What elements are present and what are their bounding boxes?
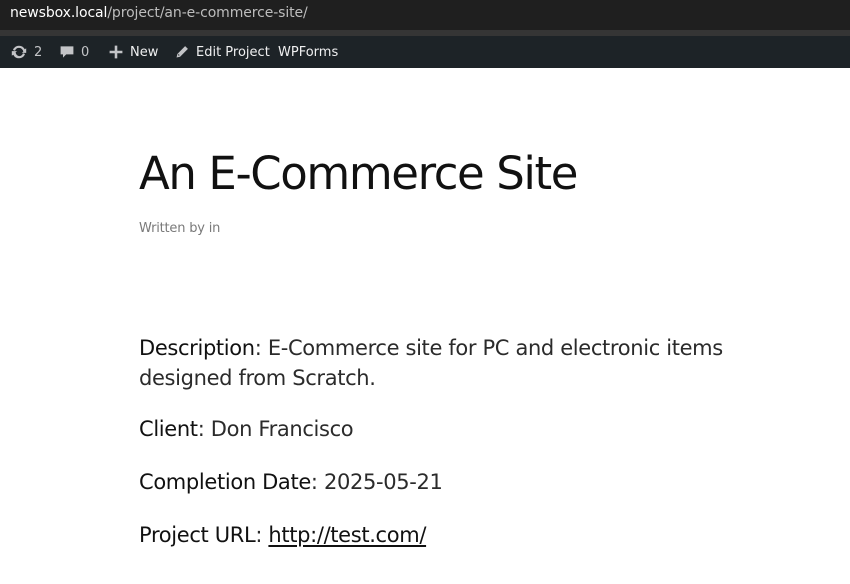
client-row: Client: Don Francisco (139, 417, 354, 441)
project-url-label: Project URL (139, 523, 256, 547)
url-path: /project/an-e-commerce-site/ (107, 5, 308, 21)
project-url-link[interactable]: http://test.com/ (268, 523, 426, 547)
byline-category: in (208, 221, 221, 236)
comment-bubble-icon (59, 44, 75, 60)
page-title: An E-Commerce Site (139, 147, 578, 200)
description-line-2: designed from Scratch. (139, 366, 376, 390)
completion-date-label: Completion Date (139, 470, 311, 494)
client-label: Client (139, 417, 198, 441)
new-label: New (130, 44, 159, 60)
edit-project-button[interactable]: Edit Project (174, 36, 270, 68)
completion-date-row: Completion Date: 2025-05-21 (139, 470, 443, 494)
byline: Written by in (139, 221, 220, 236)
byline-prefix: Written by (139, 221, 205, 236)
description-line-1: E-Commerce site for PC and electronic it… (267, 336, 723, 360)
updates-count: 2 (34, 44, 43, 60)
browser-address-bar[interactable]: newsbox.local/project/an-e-commerce-site… (0, 0, 850, 36)
comments-button[interactable]: 0 (59, 36, 89, 68)
plus-icon (108, 44, 124, 60)
description-row: Description: E-Commerce site for PC and … (139, 336, 723, 360)
wpforms-menu[interactable]: WPForms (278, 36, 338, 68)
wp-admin-bar: 2 0 New Edit Project WPForms (0, 36, 850, 68)
refresh-icon (10, 43, 28, 61)
description-row-2: designed from Scratch. (139, 363, 376, 394)
description-label: Description (139, 336, 255, 360)
new-content-button[interactable]: New (108, 36, 158, 68)
wpforms-label: WPForms (278, 44, 339, 60)
updates-button[interactable]: 2 (10, 36, 42, 68)
edit-project-label: Edit Project (196, 44, 270, 60)
url-text[interactable]: newsbox.local/project/an-e-commerce-site… (10, 5, 308, 21)
completion-date-value: 2025-05-21 (323, 470, 443, 494)
url-host: newsbox.local (10, 5, 108, 21)
pencil-icon (174, 44, 190, 60)
project-url-row: Project URL: http://test.com/ (139, 523, 427, 547)
client-value: Don Francisco (210, 417, 354, 441)
comments-count: 0 (81, 44, 90, 60)
